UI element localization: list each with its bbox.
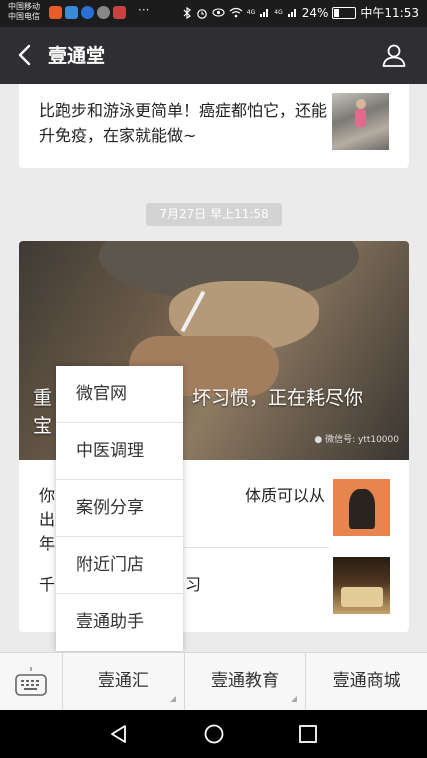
- news-item-thumbnail: [333, 557, 390, 614]
- article-title: 比跑步和游泳更简单！癌症都怕它，还能升免疫，在家就能做~: [39, 101, 328, 145]
- submenu-popup: 微官网 中医调理 案例分享 附近门店 壹通助手: [56, 366, 183, 651]
- wifi-icon: [229, 7, 243, 18]
- hero-title-line2: 宝: [33, 415, 53, 437]
- article-thumbnail: [332, 93, 389, 150]
- eye-icon: [212, 8, 225, 17]
- bluetooth-icon: [183, 6, 191, 19]
- battery-level: [334, 8, 339, 17]
- status-bar: 中国移动 中国电信 ··· 4G 4G 24% 中午11:53: [0, 0, 427, 27]
- back-arrow-icon[interactable]: [14, 43, 38, 67]
- submenu-item-tcm-care[interactable]: 中医调理: [56, 423, 183, 480]
- nav-recents-icon[interactable]: [297, 723, 319, 745]
- nav-home-icon[interactable]: [203, 723, 225, 745]
- more-notifications-icon: ···: [138, 3, 150, 17]
- app-notification-icon: [113, 6, 126, 19]
- carrier-name-1: 中国移动: [8, 2, 40, 11]
- carrier-info: 中国移动 中国电信: [8, 2, 40, 22]
- news-item-thumbnail: [333, 479, 390, 536]
- article-card[interactable]: 比跑步和游泳更简单！癌症都怕它，还能升免疫，在家就能做~: [19, 84, 409, 168]
- profile-icon[interactable]: [381, 42, 407, 68]
- system-indicators: 4G 4G 24% 中午11:53: [182, 4, 419, 21]
- hero-title-left: 重: [33, 387, 53, 409]
- hero-title-right: 坏习惯，正在耗尽你: [192, 387, 364, 409]
- submenu-item-official-site[interactable]: 微官网: [56, 366, 183, 423]
- menu-button-label: 壹通商城: [332, 671, 401, 691]
- news-item-title-line2: 年: [39, 534, 56, 553]
- menu-button-label: 壹通汇: [97, 671, 149, 691]
- submenu-indicator-icon: [291, 696, 298, 702]
- app-notification-icon: [49, 6, 62, 19]
- keyboard-icon: [15, 667, 47, 696]
- thumbnail-figure-head: [356, 99, 366, 109]
- menu-button-yitonghui[interactable]: 壹通汇: [63, 653, 185, 710]
- submenu-item-case-share[interactable]: 案例分享: [56, 480, 183, 537]
- network-type-2: 4G: [274, 9, 283, 16]
- alarm-icon: [196, 8, 207, 19]
- page-title: 壹通堂: [48, 45, 106, 67]
- submenu-indicator-icon: [169, 696, 176, 702]
- system-navigation-bar: [0, 710, 427, 758]
- wechat-watermark: ● 微信号: ytt10000: [314, 432, 399, 445]
- menu-button-education[interactable]: 壹通教育: [185, 653, 307, 710]
- submenu-item-nearby-stores[interactable]: 附近门店: [56, 537, 183, 594]
- news-item-title-right: 习: [185, 575, 202, 594]
- battery-icon: [332, 6, 357, 19]
- network-type-1: 4G: [246, 9, 256, 16]
- battery-percent: 24%: [301, 5, 329, 20]
- news-item-title-left: 你: [39, 486, 56, 505]
- message-timestamp: 7月27日 早上11:58: [146, 203, 282, 226]
- menu-button-label: 壹通教育: [211, 671, 279, 691]
- submenu-item-assistant[interactable]: 壹通助手: [56, 594, 183, 651]
- nav-back-icon[interactable]: [108, 723, 130, 745]
- carrier-name-2: 中国电信: [8, 12, 40, 21]
- app-notification-icon: [81, 6, 94, 19]
- chat-header: 壹通堂: [0, 27, 427, 84]
- menu-button-mall[interactable]: 壹通商城: [306, 653, 427, 710]
- thumbnail-food-shape: [341, 587, 383, 607]
- wechat-icon: ●: [314, 435, 323, 445]
- app-notification-icon: [65, 6, 78, 19]
- signal-icon: [260, 9, 269, 17]
- app-notification-icon: [97, 6, 110, 19]
- notification-icons: [49, 6, 126, 19]
- signal-icon-2: [287, 9, 296, 17]
- thumbnail-figure-body: [355, 109, 366, 127]
- watermark-text: 微信号: ytt10000: [325, 435, 399, 445]
- thumbnail-yoga-figure: [349, 489, 375, 529]
- news-item-title-left: 千: [39, 575, 56, 594]
- keyboard-toggle-button[interactable]: [0, 653, 63, 710]
- clock: 中午11:53: [360, 6, 419, 20]
- official-account-menu: 壹通汇 壹通教育 壹通商城: [0, 652, 427, 710]
